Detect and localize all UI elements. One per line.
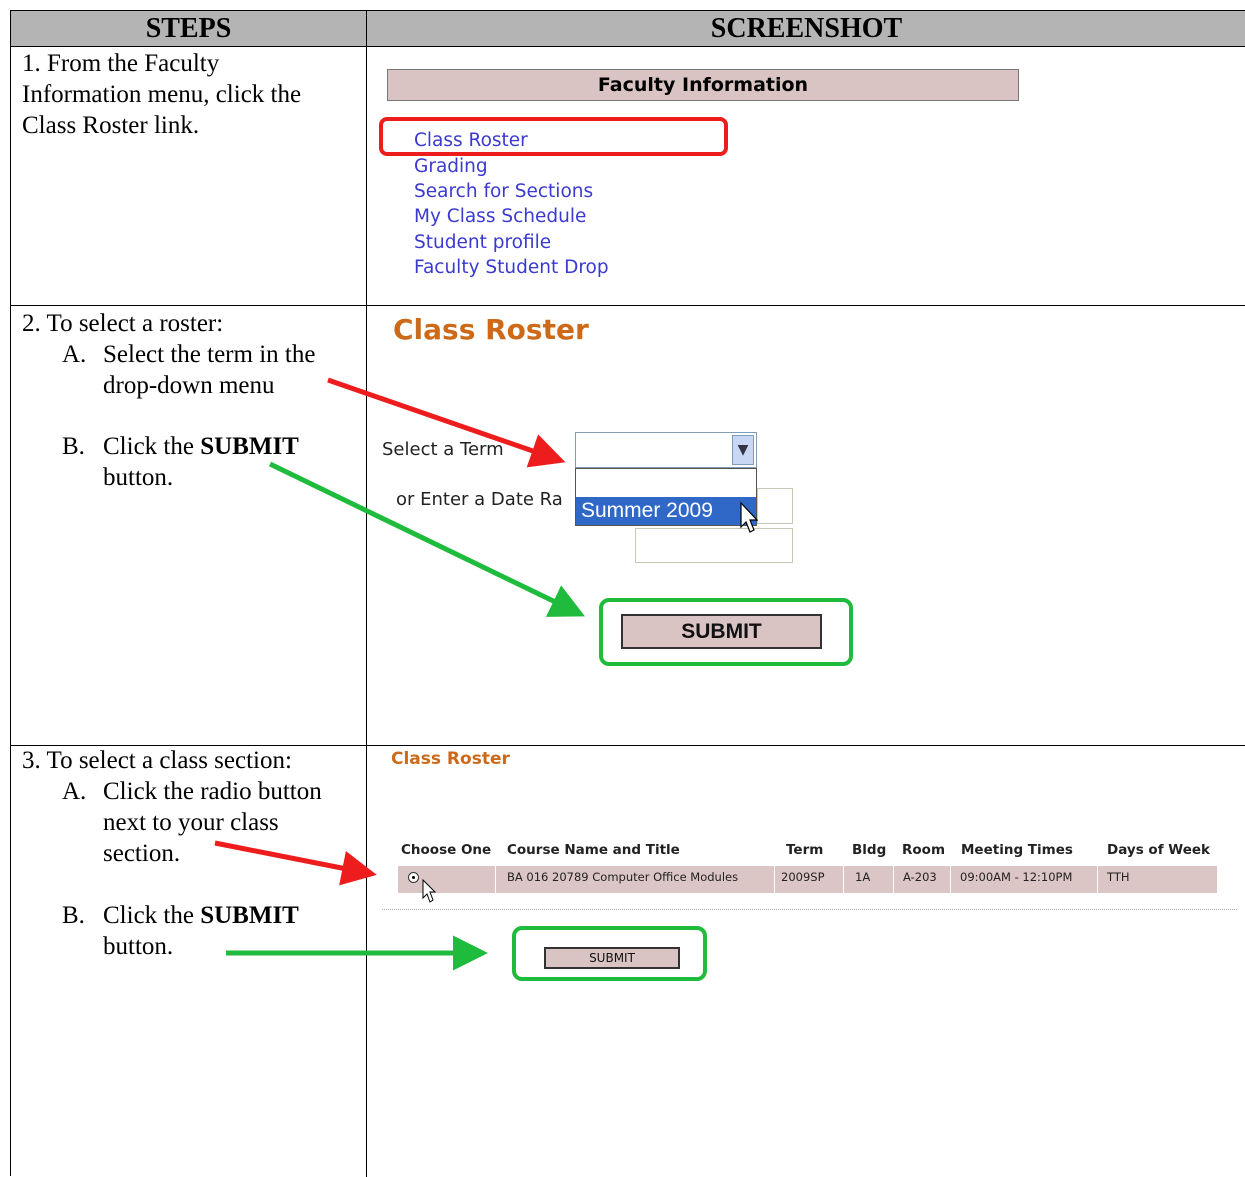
cursor-icon-radio [422,878,437,903]
annotation-overlay [214,377,759,971]
cursor-icon-dropdown [740,501,759,533]
arrow-to-term-select [327,377,566,468]
arrow-to-radio [214,840,377,886]
arrow-to-submit-roster [268,461,586,617]
